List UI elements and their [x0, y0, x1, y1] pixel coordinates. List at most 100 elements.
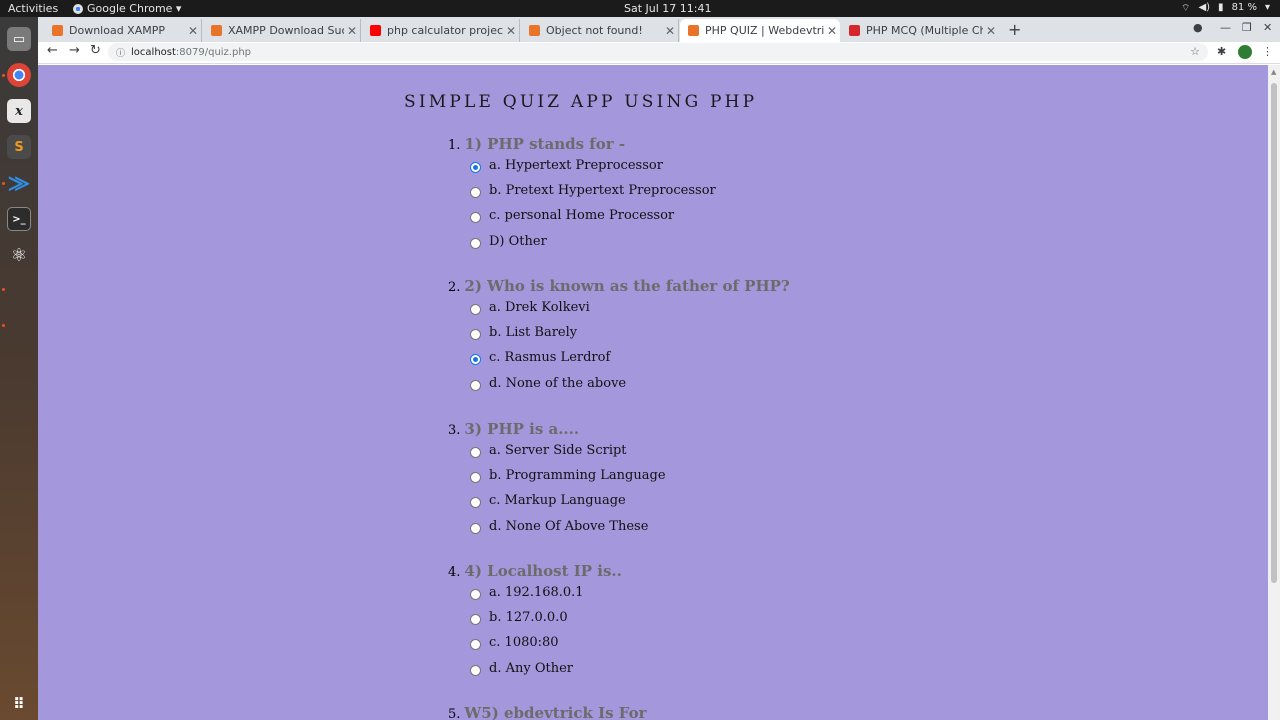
tab-title: Object not found! — [546, 24, 643, 37]
radio-button[interactable] — [470, 379, 481, 391]
answer-option[interactable]: d. None of the above — [470, 376, 626, 391]
answer-option[interactable]: c. 1080:80 — [470, 635, 559, 650]
menu-kebab-icon[interactable]: ⋮ — [1262, 45, 1273, 58]
extensions-icon[interactable]: ✱ — [1217, 45, 1226, 58]
tab-php-mcq[interactable]: PHP MCQ (Multiple Choic ✕ — [841, 19, 999, 42]
close-window-icon[interactable]: ✕ — [1263, 21, 1272, 34]
forward-icon[interactable]: → — [69, 43, 80, 58]
radio-button[interactable] — [470, 161, 481, 173]
xampp-icon[interactable]: x — [7, 99, 31, 123]
question-text: W5) ebdevtrick Is For — [464, 704, 647, 720]
question-heading: 1. 1) PHP stands for - — [448, 135, 625, 153]
tab-title: PHP MCQ (Multiple Choic — [866, 24, 983, 37]
close-icon[interactable]: ✕ — [824, 24, 840, 38]
answer-option[interactable]: D) Other — [470, 234, 547, 249]
url-path: :8079/quiz.php — [175, 46, 252, 58]
atom-icon[interactable]: ⚛ — [7, 243, 31, 267]
youtube-favicon-icon — [370, 25, 381, 36]
close-icon[interactable]: ✕ — [185, 24, 201, 38]
radio-button[interactable] — [470, 471, 481, 483]
dock: ▭ x S ⨠ >_ ⚛ ⠿ — [0, 17, 38, 720]
tab-title: php calculator project - Yo — [387, 24, 503, 37]
info-icon[interactable]: ⓘ — [116, 46, 125, 59]
bookmark-star-icon[interactable]: ☆ — [1190, 45, 1200, 58]
browser-window: Download XAMPP ✕ XAMPP Download Success … — [38, 17, 1280, 720]
answer-option-label: b. Pretext Hypertext Preprocessor — [489, 183, 716, 198]
files-icon[interactable]: ▭ — [7, 27, 31, 51]
close-icon[interactable]: ✕ — [503, 24, 519, 38]
reload-icon[interactable]: ↻ — [90, 43, 101, 58]
xampp-favicon-icon — [52, 25, 63, 36]
tab-php-quiz[interactable]: PHP QUIZ | Webdevtrick.c ✕ — [680, 19, 840, 42]
site-favicon-icon — [849, 25, 860, 36]
close-icon[interactable]: ✕ — [344, 24, 360, 38]
answer-option[interactable]: b. Programming Language — [470, 468, 666, 483]
scrollbar[interactable]: ▲ — [1268, 65, 1280, 720]
answer-option[interactable]: d. None Of Above These — [470, 519, 648, 534]
answer-option[interactable]: c. Rasmus Lerdrof — [470, 350, 610, 365]
answer-option[interactable]: b. Pretext Hypertext Preprocessor — [470, 183, 716, 198]
answer-option[interactable]: d. Any Other — [470, 661, 573, 676]
answer-option-label: d. None of the above — [489, 376, 627, 391]
profile-avatar[interactable] — [1238, 45, 1252, 59]
close-icon[interactable]: ✕ — [662, 24, 678, 38]
radio-button[interactable] — [470, 588, 481, 600]
back-icon[interactable]: ← — [47, 43, 58, 58]
radio-button[interactable] — [470, 186, 481, 198]
tab-search-icon[interactable]: ● — [1193, 21, 1203, 34]
question-heading: 3. 3) PHP is a.... — [448, 420, 579, 438]
vscode-icon[interactable]: ⨠ — [7, 171, 31, 195]
clock[interactable]: Sat Jul 17 11:41 — [624, 2, 712, 15]
scroll-up-icon[interactable]: ▲ — [1271, 68, 1276, 76]
tab-object-not-found[interactable]: Object not found! ✕ — [521, 19, 679, 42]
tab-strip: Download XAMPP ✕ XAMPP Download Success … — [38, 17, 1280, 42]
radio-button[interactable] — [470, 446, 481, 458]
radio-button[interactable] — [470, 353, 481, 365]
answer-option[interactable]: a. Drek Kolkevi — [470, 300, 590, 315]
radio-button[interactable] — [470, 328, 481, 340]
new-tab-button[interactable]: + — [1008, 20, 1021, 39]
browser-toolbar: ← → ↻ ⓘ localhost :8079/quiz.php ☆ ✱ ⋮ — [38, 42, 1280, 64]
answer-option[interactable]: a. Hypertext Preprocessor — [470, 158, 663, 173]
close-icon[interactable]: ✕ — [983, 24, 999, 38]
radio-button[interactable] — [470, 522, 481, 534]
radio-button[interactable] — [470, 613, 481, 625]
question-text: 4) Localhost IP is.. — [464, 562, 622, 580]
question-heading: 2. 2) Who is known as the father of PHP? — [448, 277, 790, 295]
radio-button[interactable] — [470, 664, 481, 676]
chrome-dock-icon[interactable] — [7, 63, 31, 87]
question-number: 2. — [448, 280, 461, 295]
answer-option[interactable]: a. 192.168.0.1 — [470, 585, 584, 600]
running-indicator — [2, 74, 5, 77]
running-indicator — [2, 324, 5, 327]
sublime-text-icon[interactable]: S — [7, 135, 31, 159]
page-content: SIMPLE QUIZ APP USING PHP 1. 1) PHP stand… — [38, 65, 1268, 720]
show-apps-icon[interactable]: ⠿ — [7, 692, 31, 716]
address-bar[interactable]: ⓘ localhost :8079/quiz.php ☆ — [108, 43, 1208, 61]
tab-youtube[interactable]: php calculator project - Yo ✕ — [362, 19, 520, 42]
answer-option[interactable]: b. 127.0.0.0 — [470, 610, 568, 625]
minimize-icon[interactable]: — — [1220, 21, 1231, 34]
terminal-icon[interactable]: >_ — [7, 207, 31, 231]
answer-option[interactable]: a. Server Side Script — [470, 443, 627, 458]
radio-button[interactable] — [470, 496, 481, 508]
answer-option[interactable]: c. personal Home Processor — [470, 208, 674, 223]
question-block: 1. 1) PHP stands for - a. Hypertext Prepro… — [448, 135, 716, 249]
system-tray[interactable]: ⌔ ◀) ▮ 81 % ▾ — [1181, 2, 1270, 15]
radio-button[interactable] — [470, 237, 481, 249]
battery-percent: 81 % — [1231, 2, 1257, 13]
tab-download-xampp[interactable]: Download XAMPP ✕ — [44, 19, 202, 42]
battery-icon: ▮ — [1218, 2, 1224, 13]
answer-option[interactable]: c. Markup Language — [470, 493, 626, 508]
restore-icon[interactable]: ❐ — [1242, 21, 1252, 34]
answer-option-label: a. Drek Kolkevi — [489, 300, 590, 315]
radio-button[interactable] — [470, 303, 481, 315]
activities-button[interactable]: Activities — [8, 2, 58, 15]
tab-xampp-success[interactable]: XAMPP Download Success ✕ — [203, 19, 361, 42]
answer-option[interactable]: b. List Barely — [470, 325, 577, 340]
xampp-favicon-icon — [529, 25, 540, 36]
app-menu[interactable]: Google Chrome ▾ — [73, 2, 181, 15]
radio-button[interactable] — [470, 638, 481, 650]
radio-button[interactable] — [470, 211, 481, 223]
scrollbar-thumb[interactable] — [1271, 83, 1277, 583]
